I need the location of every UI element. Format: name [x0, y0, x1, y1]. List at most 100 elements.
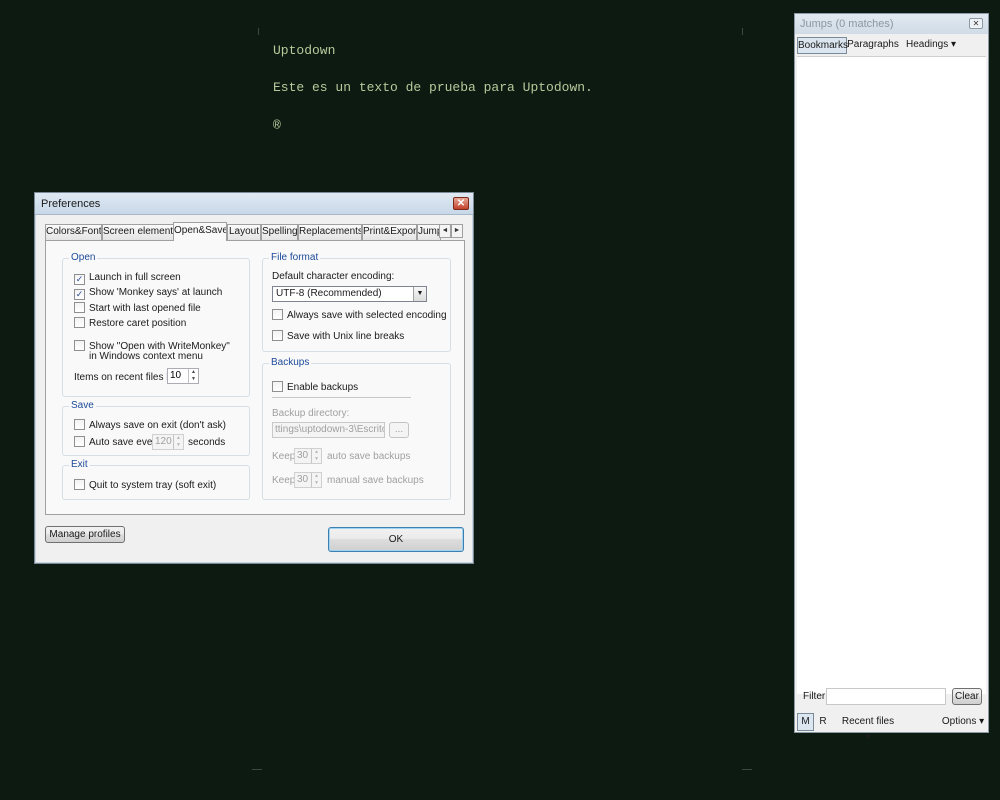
checkbox-label: Show 'Monkey says' at launch	[89, 287, 223, 298]
mode-r-button[interactable]: R	[816, 714, 830, 730]
divider	[272, 397, 411, 398]
stepper-arrows[interactable]: ▲ ▼	[311, 449, 321, 463]
encoding-selected-value: UTF-8 (Recommended)	[276, 288, 382, 299]
checkbox-label: Always save with selected encoding	[287, 310, 447, 321]
filter-input[interactable]	[826, 688, 946, 705]
clear-button[interactable]: Clear	[952, 688, 982, 705]
tab-screen-elements[interactable]: Screen elements	[102, 224, 174, 240]
stepper-arrows[interactable]: ▲ ▼	[188, 369, 198, 383]
enable-backups-checkbox[interactable]: Enable backups	[272, 381, 358, 393]
backup-directory-field[interactable]: ttings\uptodown-3\Escritorio	[272, 422, 385, 438]
manage-profiles-button[interactable]: Manage profiles	[45, 526, 125, 543]
exit-group-title: Exit	[69, 459, 90, 470]
quit-to-tray-checkbox[interactable]: Quit to system tray (soft exit)	[74, 479, 216, 491]
manual-backups-stepper[interactable]: 30 ▲ ▼	[294, 472, 322, 488]
tab-scroll-right-icon[interactable]: ►	[451, 224, 463, 238]
spin-down-icon[interactable]: ▼	[189, 376, 198, 383]
checkbox-unchecked-icon	[74, 436, 85, 447]
checkbox-checked-icon: ✓	[74, 289, 85, 300]
tab-jump[interactable]: Jump	[417, 224, 441, 240]
spin-up-icon[interactable]: ▲	[189, 369, 198, 376]
auto-backups-label: auto save backups	[327, 451, 411, 462]
browse-button[interactable]: ...	[389, 422, 409, 438]
stepper-arrows[interactable]: ▲ ▼	[311, 473, 321, 487]
spin-down-icon[interactable]: ▼	[312, 456, 321, 463]
tab-replacements[interactable]: Replacements	[298, 224, 362, 240]
spin-down-icon[interactable]: ▼	[174, 442, 183, 449]
auto-save-checkbox[interactable]: Auto save every	[74, 436, 161, 448]
seconds-label: seconds	[188, 437, 226, 448]
open-save-panel: Open ✓ Launch in full screen ✓ Show 'Monke…	[45, 240, 465, 515]
checkbox-label: Enable backups	[287, 382, 359, 393]
tab-headings[interactable]: Headings ▾	[901, 37, 961, 54]
dialog-title: Preferences	[41, 198, 101, 210]
monkey-says-checkbox[interactable]: ✓ Show 'Monkey says' at launch	[74, 287, 222, 300]
checkbox-label: Launch in full screen	[89, 272, 181, 283]
tab-open-save[interactable]: Open&Save	[173, 222, 227, 241]
editor-text-line[interactable]: Este es un texto de prueba para Uptodown…	[273, 80, 593, 95]
tab-print-export[interactable]: Print&Export	[362, 224, 417, 240]
editor-text-line[interactable]: ®	[273, 118, 281, 133]
editor-text-line[interactable]: Uptodown	[273, 43, 335, 58]
checkbox-unchecked-icon	[74, 419, 85, 430]
save-group-title: Save	[69, 400, 96, 411]
exit-group: Exit Quit to system tray (soft exit)	[62, 459, 250, 500]
backups-group-title: Backups	[269, 357, 312, 368]
unix-line-breaks-checkbox[interactable]: Save with Unix line breaks	[272, 330, 404, 342]
close-icon[interactable]: ✕	[969, 18, 983, 29]
tab-bookmarks[interactable]: Bookmarks	[797, 37, 848, 54]
checkbox-label: Restore caret position	[89, 318, 187, 329]
editor-corner-mark	[258, 28, 259, 35]
stepper-arrows[interactable]: ▲ ▼	[173, 435, 183, 449]
open-group-title: Open	[69, 252, 98, 263]
spin-up-icon[interactable]: ▲	[174, 435, 183, 442]
editor-corner-mark	[742, 28, 743, 35]
jumps-title-bar[interactable]: Jumps (0 matches) ✕	[795, 14, 988, 34]
stepper-value: 10	[170, 370, 182, 381]
ok-button[interactable]: OK	[328, 527, 464, 552]
mode-m-button[interactable]: M	[797, 713, 814, 731]
always-save-on-exit-checkbox[interactable]: Always save on exit (don't ask)	[74, 419, 226, 431]
spin-up-icon[interactable]: ▲	[312, 473, 321, 480]
jumps-list[interactable]	[797, 56, 986, 694]
checkbox-unchecked-icon	[74, 317, 85, 328]
recent-files-label: Items on recent files list:	[74, 372, 182, 383]
file-format-group: File format Default character encoding: …	[262, 252, 451, 352]
keep-label: Keep	[272, 475, 296, 486]
tab-scroll-left-icon[interactable]: ◄	[439, 224, 451, 238]
editor-corner-mark	[252, 769, 262, 770]
last-opened-file-checkbox[interactable]: Start with last opened file	[74, 302, 201, 314]
tab-paragraphs[interactable]: Paragraphs	[847, 37, 899, 54]
restore-caret-checkbox[interactable]: Restore caret position	[74, 317, 186, 329]
context-menu-label-line2: in Windows context menu	[89, 351, 203, 362]
checkbox-unchecked-icon	[74, 479, 85, 490]
tab-spelling[interactable]: Spelling	[261, 224, 298, 240]
tab-colors-fonts[interactable]: Colors&Fonts	[45, 224, 102, 240]
checkbox-unchecked-icon	[74, 302, 85, 313]
keep-label: Keep	[272, 451, 296, 462]
recent-files-stepper[interactable]: 10 ▲ ▼	[167, 368, 199, 384]
spin-down-icon[interactable]: ▼	[312, 480, 321, 487]
stepper-value: 30	[297, 474, 309, 485]
backups-group: Backups Enable backups Backup directory:…	[262, 357, 451, 500]
checkbox-label: Quit to system tray (soft exit)	[89, 480, 217, 491]
auto-backups-stepper[interactable]: 30 ▲ ▼	[294, 448, 322, 464]
checkbox-label: Start with last opened file	[89, 303, 201, 314]
always-save-encoding-checkbox[interactable]: Always save with selected encoding	[272, 309, 447, 321]
recent-files-dropdown[interactable]: Recent files ▾	[839, 714, 897, 743]
close-icon[interactable]: ✕	[453, 197, 469, 210]
checkbox-unchecked-icon	[272, 330, 283, 341]
chevron-down-icon[interactable]: ▼	[413, 287, 426, 301]
checkbox-unchecked-icon	[74, 340, 85, 351]
open-group: Open ✓ Launch in full screen ✓ Show 'Monke…	[62, 252, 250, 397]
checkbox-label: Always save on exit (don't ask)	[89, 420, 226, 431]
encoding-select[interactable]: UTF-8 (Recommended) ▼	[272, 286, 427, 302]
launch-full-screen-checkbox[interactable]: ✓ Launch in full screen	[74, 272, 181, 285]
editor-corner-mark	[742, 769, 752, 770]
auto-save-interval-stepper[interactable]: 120 ▲ ▼	[152, 434, 184, 450]
options-dropdown[interactable]: Options ▾	[941, 714, 985, 730]
spin-up-icon[interactable]: ▲	[312, 449, 321, 456]
dialog-title-bar[interactable]: Preferences ✕	[35, 193, 473, 215]
encoding-label: Default character encoding:	[272, 271, 395, 282]
tab-layout[interactable]: Layout	[227, 224, 261, 240]
